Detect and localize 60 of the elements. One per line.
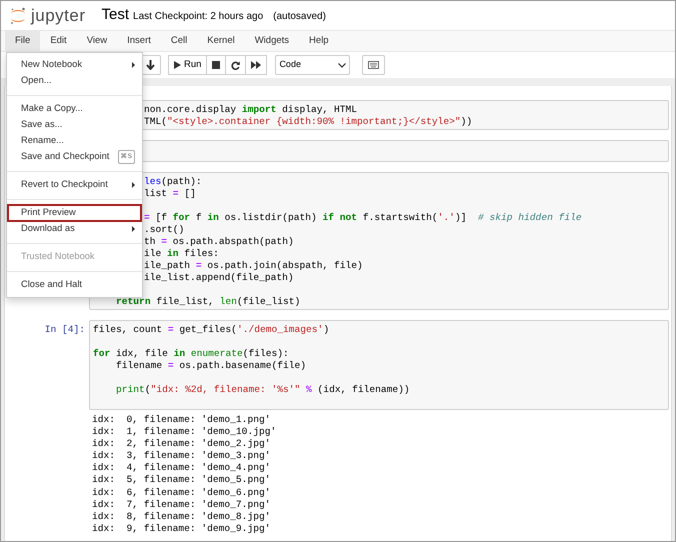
- output-line: idx: 2, filename: 'demo_2.jpg': [92, 438, 270, 450]
- run-all-button[interactable]: [245, 55, 268, 75]
- fast-forward-icon: [251, 61, 262, 69]
- arrow-down-icon: [146, 60, 155, 70]
- logo-text[interactable]: jupyter: [31, 2, 86, 28]
- output-line: idx: 1, filename: 'demo_10.jpg': [92, 426, 276, 438]
- menu-tab[interactable]: Edit: [40, 31, 77, 51]
- menu-item[interactable]: Close and Halt: [8, 277, 141, 293]
- code-line: return file_list, len(file_list): [115, 296, 300, 307]
- menu-tab[interactable]: File: [5, 31, 40, 51]
- stop-button[interactable]: [206, 55, 226, 75]
- cell-type-select[interactable]: Code: [275, 55, 350, 75]
- code-line: non.core.display import display, HTML: [144, 104, 358, 115]
- menu-tab[interactable]: View: [76, 31, 118, 51]
- checkpoint-status: Last Checkpoint: 2 hours ago: [133, 10, 264, 24]
- code-line: filename = os.path.basename(file): [115, 360, 306, 371]
- run-button[interactable]: Run: [168, 55, 208, 75]
- menu-item[interactable]: New Notebook: [8, 57, 141, 73]
- stop-icon: [212, 61, 220, 69]
- menu-item[interactable]: Revert to Checkpoint: [8, 177, 141, 193]
- code-line: = [f for f in os.listdir(path) if not f.startswith('.')] # skip hidden file: [144, 212, 582, 223]
- cell-prompt: In [4]:: [44, 324, 85, 335]
- code-line: ile_list.append(file_path): [144, 272, 294, 283]
- code-line: ile_path = os.path.join(abspath, file): [144, 260, 363, 271]
- menu-item[interactable]: Download as: [8, 221, 141, 237]
- output-line: idx: 0, filename: 'demo_1.png': [92, 414, 270, 425]
- output-line: idx: 5, filename: 'demo_5.png': [92, 474, 270, 486]
- keyboard-icon: [368, 61, 380, 69]
- menu-item[interactable]: Open...: [8, 73, 141, 89]
- code-line: th = os.path.abspath(path): [144, 236, 294, 247]
- play-icon: [174, 61, 181, 69]
- output-line: idx: 8, filename: 'demo_8.jpg': [92, 510, 270, 522]
- autosave-status: (autosaved): [273, 10, 326, 24]
- caret-icon: [338, 62, 346, 68]
- output-line: idx: 3, filename: 'demo_3.png': [92, 450, 270, 462]
- menu-tab[interactable]: Widgets: [244, 31, 300, 51]
- code-line: .sort(): [144, 224, 184, 235]
- output-line: idx: 6, filename: 'demo_6.png': [92, 486, 270, 498]
- output-line: idx: 9, filename: 'demo_9.jpg': [92, 522, 270, 534]
- output-line: idx: 4, filename: 'demo_4.png': [92, 462, 270, 474]
- menu-tab[interactable]: Help: [299, 31, 339, 51]
- keyboard-button[interactable]: [362, 55, 386, 75]
- menu-item[interactable]: Rename...: [8, 133, 141, 149]
- code-line: list = []: [144, 188, 196, 199]
- code-line: files, count = get_files('./demo_images'): [93, 324, 330, 335]
- restart-icon: [231, 60, 240, 70]
- code-line: TML("<style>.container {width:90% !important;}</style>")): [144, 116, 472, 127]
- restart-button[interactable]: [225, 55, 246, 75]
- code-line: for idx, file in enumerate(files):: [93, 348, 289, 359]
- menu-tab[interactable]: Cell: [160, 31, 198, 51]
- notebook-title[interactable]: Test: [102, 4, 130, 27]
- code-line: les(path):: [144, 176, 202, 187]
- code-cell[interactable]: files, count = get_files('./demo_images') for idx, file in enumerate(files): filename = os.path.basename(file) print("idx: %2d, filename: '%s'" % (idx, filename)): [89, 320, 669, 410]
- menu-tab[interactable]: Insert: [117, 31, 161, 51]
- menu-item[interactable]: Print Preview: [8, 205, 141, 221]
- logo-icon: [9, 6, 27, 26]
- output-line: idx: 7, filename: 'demo_7.png': [92, 498, 270, 510]
- menu-tab[interactable]: Kernel: [197, 31, 245, 51]
- code-line: ile in files:: [144, 248, 219, 259]
- code-line: print("idx: %2d, filename: '%s'" % (idx, filename)): [115, 384, 410, 395]
